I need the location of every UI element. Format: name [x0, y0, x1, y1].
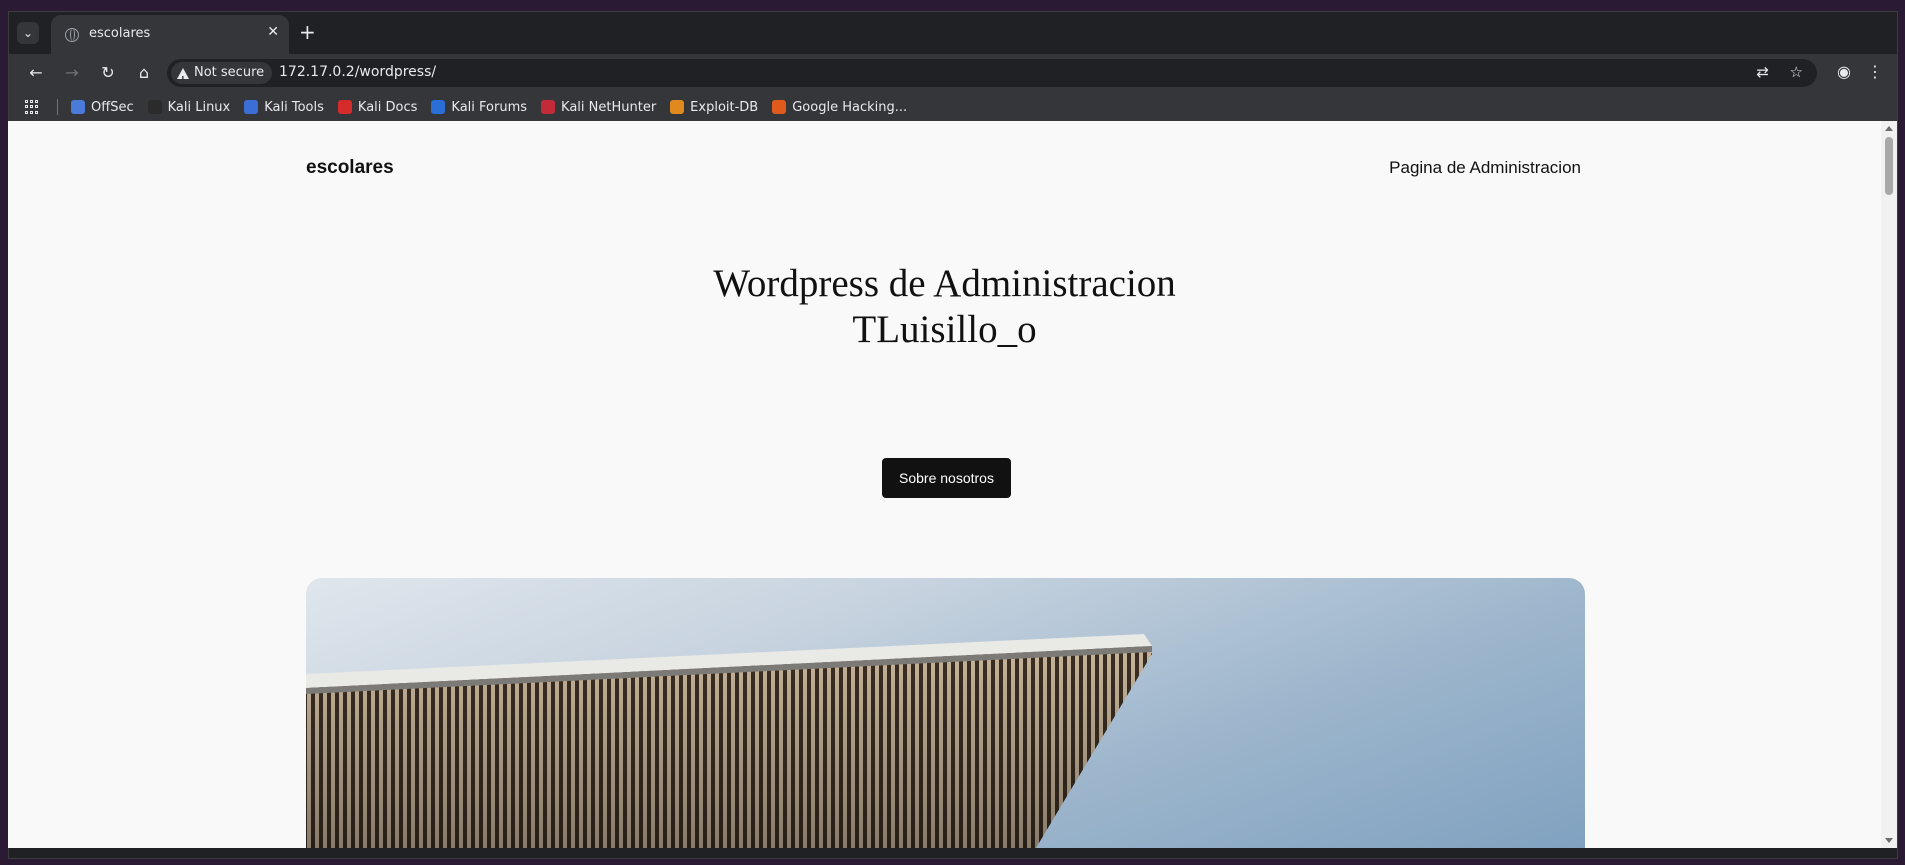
- bookmark-label: Kali Docs: [357, 99, 418, 115]
- tab-search-button[interactable]: ⌄: [17, 22, 39, 44]
- apps-grid-icon[interactable]: [25, 100, 39, 114]
- reload-icon: ↻: [101, 63, 115, 82]
- page-content: escolares Pagina de Administracion Wordp…: [8, 121, 1881, 848]
- ghdb-icon: [772, 100, 787, 114]
- bookmark-kali-docs[interactable]: Kali Docs: [337, 99, 418, 115]
- security-label: Not secure: [194, 65, 265, 80]
- site-title[interactable]: escolares: [306, 157, 394, 179]
- bookmark-label: Google Hacking...: [792, 99, 908, 115]
- exploit-db-icon: [670, 100, 685, 114]
- tab-title: escolares: [89, 26, 151, 41]
- scroll-up-arrow-icon[interactable]: [1885, 126, 1893, 131]
- nethunter-icon: [541, 100, 556, 114]
- bookmark-label: Kali Linux: [167, 99, 231, 115]
- hero-line-1: Wordpress de Administracion: [713, 262, 1176, 305]
- kali-docs-icon: [337, 100, 352, 114]
- about-us-button[interactable]: Sobre nosotros: [882, 458, 1011, 498]
- plus-icon: +: [299, 20, 316, 44]
- security-indicator[interactable]: Not secure: [171, 62, 273, 91]
- building-illustration: [306, 634, 1152, 848]
- profile-icon[interactable]: ◉: [1837, 62, 1851, 81]
- nav-link-admin[interactable]: Pagina de Administracion: [1389, 158, 1581, 178]
- kali-dragon-icon: [147, 100, 162, 114]
- chevron-down-icon: ⌄: [22, 26, 34, 40]
- page-scrollbar[interactable]: [1881, 121, 1897, 848]
- scroll-down-arrow-icon[interactable]: [1885, 838, 1893, 843]
- bookmark-list: OffSec Kali Linux Kali Tools Kali Docs K…: [71, 92, 907, 122]
- bookmarks-bar: OffSec Kali Linux Kali Tools Kali Docs K…: [9, 92, 1897, 122]
- bookmark-kali-linux[interactable]: Kali Linux: [147, 99, 231, 115]
- address-bar[interactable]: Not secure 172.17.0.2/wordpress/ ⇄ ☆: [167, 59, 1817, 91]
- back-button[interactable]: ←: [25, 62, 47, 84]
- bookmark-label: Exploit-DB: [690, 99, 759, 115]
- bookmark-label: Kali Forums: [451, 99, 528, 115]
- home-button[interactable]: ⌂: [133, 62, 155, 84]
- scroll-thumb[interactable]: [1885, 137, 1893, 195]
- url-text[interactable]: 172.17.0.2/wordpress/: [279, 64, 436, 80]
- bookmark-label: OffSec: [91, 99, 134, 115]
- bookmark-separator: [57, 99, 58, 115]
- arrow-left-icon: ←: [29, 63, 43, 82]
- bookmark-kali-tools[interactable]: Kali Tools: [244, 100, 324, 115]
- new-tab-button[interactable]: +: [299, 20, 316, 44]
- bookmark-kali-nethunter[interactable]: Kali NetHunter: [541, 100, 656, 115]
- home-icon: ⌂: [138, 63, 150, 82]
- star-icon[interactable]: ☆: [1790, 63, 1803, 81]
- toolbar: ← → ↻ ⌂ Not secure 172.17.0.2/wordpress/…: [9, 54, 1897, 92]
- building-image: [306, 578, 1585, 848]
- translate-icon[interactable]: ⇄: [1756, 63, 1769, 81]
- kali-tools-icon: [244, 100, 259, 114]
- bookmark-label: Kali NetHunter: [561, 99, 657, 115]
- warning-icon: [177, 67, 189, 91]
- hero-line-2: TLuisillo_o: [852, 308, 1037, 351]
- forward-button[interactable]: →: [61, 62, 83, 84]
- bookmark-offsec[interactable]: OffSec: [71, 100, 134, 115]
- globe-icon: [65, 28, 79, 42]
- kali-forums-icon: [431, 100, 446, 114]
- menu-icon[interactable]: ⋮: [1867, 62, 1883, 81]
- bookmark-google-hacking[interactable]: Google Hacking...: [772, 100, 907, 115]
- close-icon[interactable]: ✕: [267, 24, 279, 40]
- arrow-right-icon: →: [65, 63, 79, 82]
- bookmark-label: Kali Tools: [264, 99, 324, 115]
- bookmark-exploit-db[interactable]: Exploit-DB: [670, 100, 758, 115]
- reload-button[interactable]: ↻: [97, 62, 119, 84]
- tab-strip: ⌄ escolares ✕ +: [9, 12, 1897, 54]
- offsec-icon: [71, 100, 85, 114]
- bookmark-kali-forums[interactable]: Kali Forums: [431, 100, 527, 115]
- hero-heading: Wordpress de Administracion TLuisillo_o: [8, 261, 1881, 353]
- tab-active[interactable]: escolares ✕: [51, 15, 289, 54]
